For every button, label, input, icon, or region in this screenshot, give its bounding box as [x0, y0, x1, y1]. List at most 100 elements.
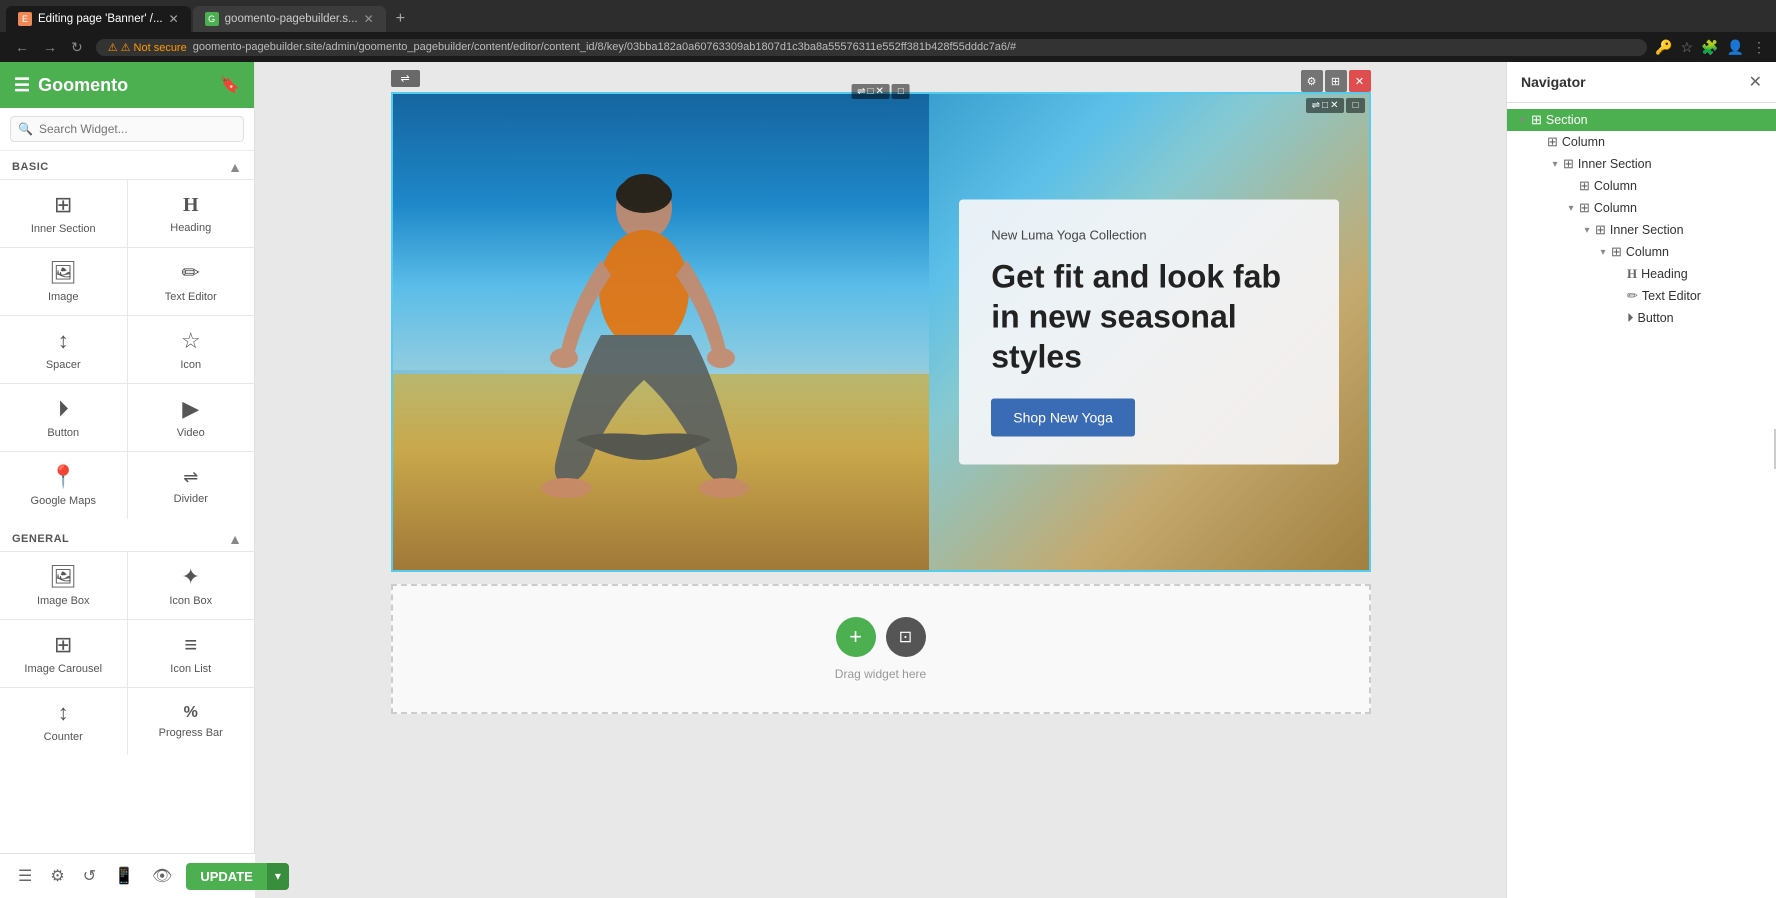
- basic-section-toggle[interactable]: ▲: [228, 159, 242, 175]
- tree-item-button[interactable]: ⏵ Button: [1507, 307, 1776, 329]
- heading-icon: H: [183, 194, 199, 217]
- widget-image-carousel[interactable]: ⊞ Image Carousel: [0, 620, 127, 687]
- text-editor-icon: ✏: [182, 260, 200, 286]
- counter-label: Counter: [44, 731, 83, 743]
- column-handle[interactable]: ⇌□✕: [851, 84, 890, 99]
- responsive-toolbar-btn[interactable]: 📱: [110, 862, 138, 890]
- button-label: Button: [47, 427, 79, 439]
- image-label: Image: [48, 291, 79, 303]
- tree-text-icon: ✏: [1627, 288, 1638, 304]
- bookmark-icon[interactable]: ☆: [1681, 39, 1694, 56]
- tree-inner-label: Inner Section: [1578, 157, 1652, 171]
- tree-item-section[interactable]: ▾ ⊞ Section: [1507, 109, 1776, 131]
- tree-col4-label: Column: [1626, 245, 1669, 259]
- widget-heading[interactable]: H Heading: [128, 180, 255, 247]
- new-tab-button[interactable]: +: [388, 6, 413, 32]
- tab2-favicon: G: [205, 12, 219, 26]
- add-widget-button[interactable]: +: [836, 617, 876, 657]
- widget-counter[interactable]: ↕ Counter: [0, 688, 127, 755]
- section-settings-btn[interactable]: ⚙: [1301, 70, 1323, 92]
- tree-section-icon: ⊞: [1531, 112, 1542, 128]
- widget-spacer[interactable]: ↕ Spacer: [0, 316, 127, 383]
- tree-item-inner-section2[interactable]: ▾ ⊞ Inner Section: [1507, 219, 1776, 241]
- tree-item-text-editor[interactable]: ✏ Text Editor: [1507, 285, 1776, 307]
- key-icon[interactable]: 🔑: [1655, 39, 1672, 56]
- tree-section-label: Section: [1546, 113, 1588, 127]
- icon-label: Icon: [180, 359, 201, 371]
- inner-section-actions[interactable]: ⇌□✕: [1306, 98, 1345, 113]
- column-handle-2[interactable]: □: [892, 84, 910, 99]
- reload-button[interactable]: ↻: [66, 37, 88, 58]
- widget-divider[interactable]: ⇌ Divider: [128, 452, 255, 519]
- tree-col2-icon: ⊞: [1579, 178, 1590, 194]
- widget-button[interactable]: ⏵ Button: [0, 384, 127, 451]
- tab2-close[interactable]: ✕: [364, 12, 374, 26]
- inner-section-label: Inner Section: [31, 223, 96, 235]
- tree-item-column1[interactable]: ⊞ Column: [1507, 131, 1776, 153]
- bookmark-icon[interactable]: 🔖: [220, 75, 240, 95]
- tree-item-inner-section[interactable]: ▾ ⊞ Inner Section: [1507, 153, 1776, 175]
- tree-column1-icon: ⊞: [1547, 134, 1558, 150]
- extensions-icon[interactable]: 🧩: [1701, 39, 1718, 56]
- widget-progress-bar[interactable]: % Progress Bar: [128, 688, 255, 755]
- preview-toolbar-btn[interactable]: 👁: [148, 862, 176, 890]
- hamburger-icon[interactable]: ☰: [14, 75, 30, 96]
- tree-col2-label: Column: [1594, 179, 1637, 193]
- url-bar[interactable]: ⚠ ⚠ Not secure goomento-pagebuilder.site…: [96, 39, 1647, 56]
- profile-icon[interactable]: 👤: [1727, 39, 1744, 56]
- widget-icon-list[interactable]: ≡ Icon List: [128, 620, 255, 687]
- section-duplicate-btn[interactable]: ⊞: [1325, 70, 1347, 92]
- tab1-favicon: E: [18, 12, 32, 26]
- tree-arrow-col4: ▾: [1595, 247, 1611, 258]
- tab1-close[interactable]: ✕: [169, 12, 179, 26]
- inner-section-top-toolbar: ⇌□✕ □: [1306, 98, 1365, 113]
- left-sidebar: ☰ Goomento 🔖 🔍 BASIC ▲ ⊞ Inner Section H…: [0, 62, 255, 898]
- widget-video[interactable]: ▶ Video: [128, 384, 255, 451]
- inner-section-handle-btn[interactable]: □: [1346, 98, 1364, 113]
- widget-google-maps[interactable]: 📍 Google Maps: [0, 452, 127, 519]
- tree-inner2-icon: ⊞: [1595, 222, 1606, 238]
- icon-widget-icon: ☆: [181, 328, 201, 354]
- browser-tab-1[interactable]: E Editing page 'Banner' /... ✕: [6, 6, 191, 32]
- back-button[interactable]: ←: [10, 37, 34, 58]
- history-toolbar-btn[interactable]: ↺: [79, 862, 100, 890]
- yoga-figure-area: [393, 94, 930, 570]
- spacer-label: Spacer: [46, 359, 81, 371]
- empty-section: + ⊡ Drag widget here: [391, 584, 1371, 714]
- tree-item-column2[interactable]: ⊞ Column: [1507, 175, 1776, 197]
- tree-item-column3[interactable]: ▾ ⊞ Column: [1507, 197, 1776, 219]
- basic-widget-grid: ⊞ Inner Section H Heading 🖼 Image ✏ Text…: [0, 179, 254, 519]
- menu-icon[interactable]: ⋮: [1752, 39, 1766, 56]
- settings-toolbar-btn[interactable]: ⚙: [46, 862, 68, 890]
- sidebar-logo: ☰ Goomento: [14, 75, 128, 96]
- google-maps-label: Google Maps: [31, 495, 96, 507]
- shop-new-yoga-button[interactable]: Shop New Yoga: [991, 399, 1135, 437]
- widget-icon-box[interactable]: ✦ Icon Box: [128, 552, 255, 619]
- widget-icon[interactable]: ☆ Icon: [128, 316, 255, 383]
- tree-text-label: Text Editor: [1642, 289, 1701, 303]
- canvas-area: ⇌ ⚙ ⊞ ✕ ⇌□✕ □ ⇌□✕ □: [255, 62, 1506, 898]
- navigator-panel: Navigator ✕ ▾ ⊞ Section ⊞ Column ▾ ⊞ Inn…: [1506, 62, 1776, 898]
- tree-item-column4[interactable]: ▾ ⊞ Column: [1507, 241, 1776, 263]
- general-section-toggle[interactable]: ▲: [228, 531, 242, 547]
- navigator-close-button[interactable]: ✕: [1749, 72, 1762, 92]
- browser-tab-2[interactable]: G goomento-pagebuilder.s... ✕: [193, 6, 386, 32]
- tab2-label: goomento-pagebuilder.s...: [225, 13, 358, 25]
- widget-image[interactable]: 🖼 Image: [0, 248, 127, 315]
- security-badge: ⚠ ⚠ Not secure: [108, 41, 187, 54]
- forward-button[interactable]: →: [38, 37, 62, 58]
- tree-col3-icon: ⊞: [1579, 200, 1590, 216]
- navigator-title: Navigator: [1521, 74, 1586, 90]
- widget-inner-section[interactable]: ⊞ Inner Section: [0, 180, 127, 247]
- widget-text-editor[interactable]: ✏ Text Editor: [128, 248, 255, 315]
- tree-item-heading[interactable]: H Heading: [1507, 263, 1776, 285]
- widget-image-box[interactable]: 🖼 Image Box: [0, 552, 127, 619]
- banner-section: New Luma Yoga Collection Get fit and loo…: [391, 92, 1371, 572]
- update-button[interactable]: UPDATE: [186, 863, 255, 890]
- collection-label: New Luma Yoga Collection: [991, 228, 1307, 243]
- section-handle[interactable]: ⇌: [391, 70, 420, 87]
- hamburger-toolbar-btn[interactable]: ☰: [14, 862, 36, 890]
- search-input[interactable]: [10, 116, 244, 142]
- add-template-button[interactable]: ⊡: [886, 617, 926, 657]
- section-delete-btn[interactable]: ✕: [1349, 70, 1371, 92]
